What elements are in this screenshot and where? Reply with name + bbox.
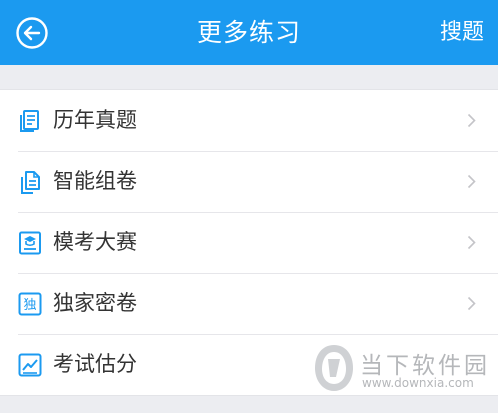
watermark-url: www.downxia.com: [362, 376, 474, 390]
watermark-logo-icon: [315, 345, 353, 391]
chevron-right-icon: [467, 235, 476, 250]
list-item-exclusive-papers[interactable]: 独 独家密卷: [0, 273, 498, 334]
list-item-mock-contest[interactable]: 模考大赛: [0, 212, 498, 273]
chevron-right-icon: [467, 113, 476, 128]
page-title: 更多练习: [196, 18, 301, 47]
exclusive-badge-text: 独: [23, 298, 36, 313]
list-item-label: 历年真题: [53, 108, 137, 132]
app-header: 更多练习 搜题: [0, 0, 498, 65]
chevron-right-icon: [467, 296, 476, 311]
exclusive-badge-icon: 独: [18, 292, 42, 316]
copy-document-icon: [21, 171, 40, 194]
site-watermark: 当下软件园 www.downxia.com: [312, 343, 492, 395]
list-item-past-exams[interactable]: 历年真题: [0, 90, 498, 151]
list-item-label: 考试估分: [53, 352, 137, 376]
list-item-label: 智能组卷: [53, 169, 137, 193]
list-item-label: 独家密卷: [53, 291, 137, 315]
chevron-right-icon: [467, 174, 476, 189]
list-item-smart-paper[interactable]: 智能组卷: [0, 151, 498, 212]
document-stack-icon: [20, 110, 39, 132]
exam-cap-icon: [19, 231, 41, 255]
score-chart-icon: [18, 353, 42, 377]
watermark-name: 当下软件园: [360, 353, 490, 379]
list-item-label: 模考大赛: [53, 230, 137, 254]
search-questions-button[interactable]: 搜题: [440, 0, 484, 65]
